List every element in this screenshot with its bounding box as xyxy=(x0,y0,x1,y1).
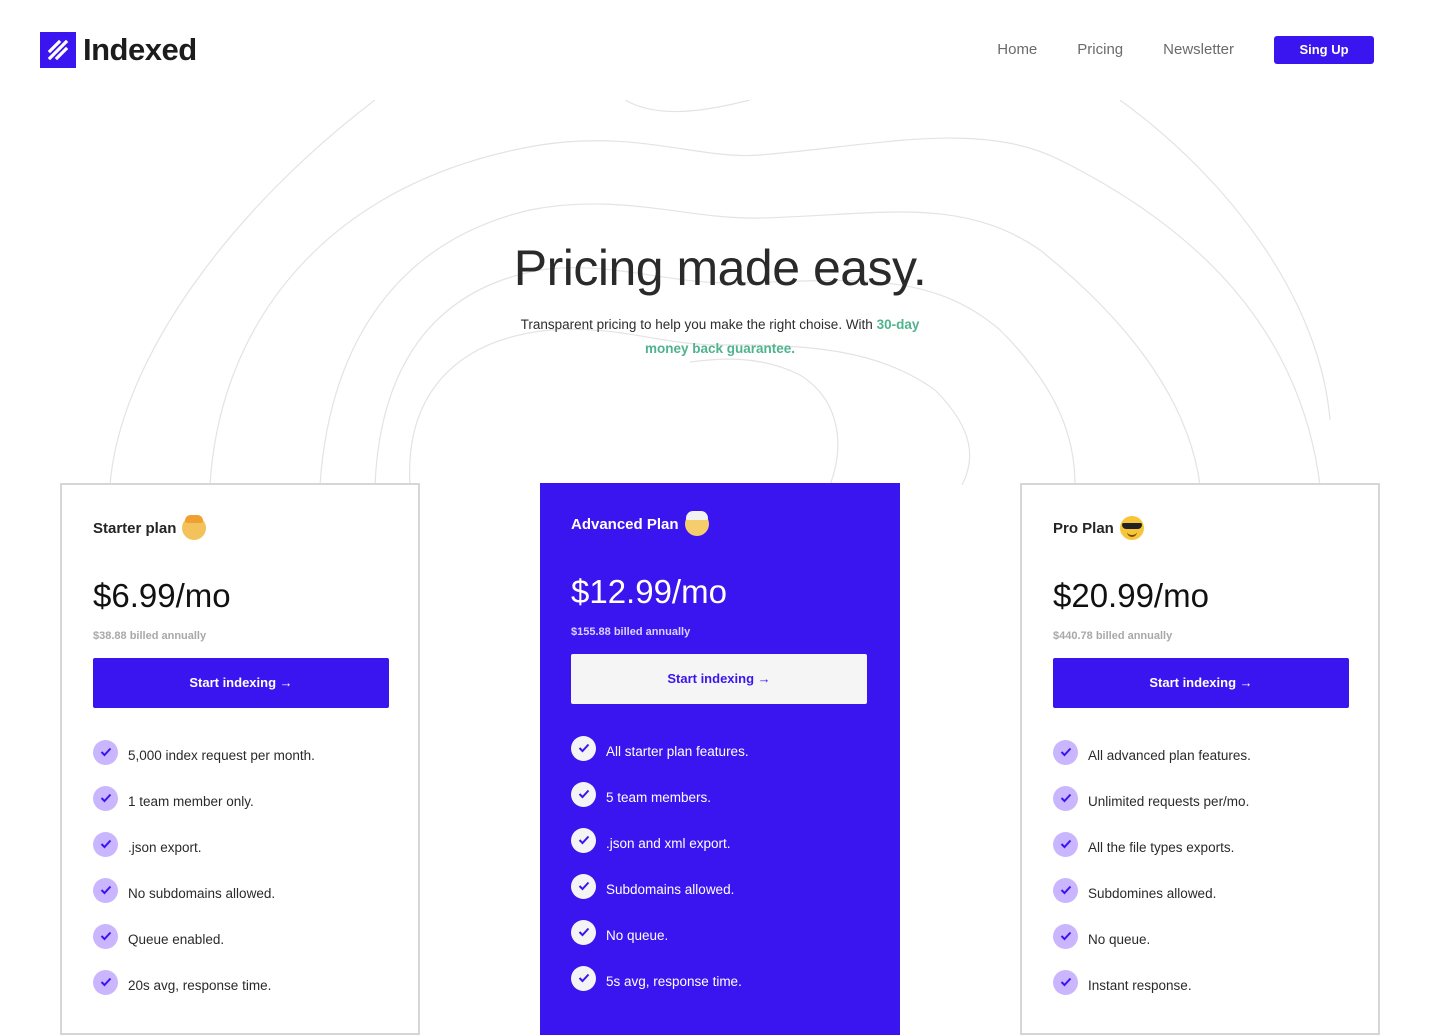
brand-name: Indexed xyxy=(83,32,197,67)
plan-name: Pro Plan xyxy=(1053,519,1114,537)
sign-up-button[interactable]: Sing Up xyxy=(1274,36,1374,64)
feature-text: .json export. xyxy=(128,839,202,855)
feature-item: 1 team member only. xyxy=(93,778,387,824)
check-icon xyxy=(1053,739,1078,765)
feature-item: 5 team members. xyxy=(571,774,869,820)
check-icon xyxy=(571,735,596,761)
feature-text: Subdomines allowed. xyxy=(1088,885,1217,901)
hero-subtitle-text: Transparent pricing to help you make the… xyxy=(520,317,877,332)
main-nav: Home Pricing Newsletter Sing Up xyxy=(997,36,1374,64)
feature-list: 5,000 index request per month. 1 team me… xyxy=(93,732,387,1008)
feature-text: Subdomains allowed. xyxy=(606,881,735,897)
check-icon xyxy=(93,785,118,811)
check-icon xyxy=(93,923,118,949)
plan-card-pro: Pro Plan $20.99/mo $440.78 billed annual… xyxy=(1020,483,1380,1035)
check-icon xyxy=(1053,785,1078,811)
feature-text: 1 team member only. xyxy=(128,793,254,809)
feature-item: .json and xml export. xyxy=(571,820,869,866)
feature-text: 5,000 index request per month. xyxy=(128,747,315,763)
feature-item: No queue. xyxy=(1053,916,1347,962)
feature-item: 5s avg, response time. xyxy=(571,958,869,1004)
feature-text: All the file types exports. xyxy=(1088,839,1235,855)
feature-item: .json export. xyxy=(93,824,387,870)
plan-card-starter: Starter plan $6.99/mo $38.88 billed annu… xyxy=(60,483,420,1035)
feature-text: 5s avg, response time. xyxy=(606,973,742,989)
feature-list: All starter plan features. 5 team member… xyxy=(571,728,869,1004)
check-icon xyxy=(93,831,118,857)
feature-text: 5 team members. xyxy=(606,789,712,805)
feature-item: Instant response. xyxy=(1053,962,1347,1008)
feature-list: All advanced plan features. Unlimited re… xyxy=(1053,732,1347,1008)
plan-price: $20.99/mo xyxy=(1053,577,1209,614)
plan-price: $12.99/mo xyxy=(571,573,727,610)
check-icon xyxy=(1053,969,1078,995)
feature-text: No subdomains allowed. xyxy=(128,885,276,901)
feature-item: Unlimited requests per/mo. xyxy=(1053,778,1347,824)
feature-item: Subdomains allowed. xyxy=(571,866,869,912)
nav-home[interactable]: Home xyxy=(997,36,1037,64)
nav-newsletter[interactable]: Newsletter xyxy=(1163,36,1234,64)
plan-price: $6.99/mo xyxy=(93,577,231,614)
baby-emoji-icon xyxy=(182,515,207,540)
old-man-emoji-icon xyxy=(684,511,709,536)
start-indexing-button[interactable]: Start indexing → xyxy=(1053,658,1349,708)
feature-text: No queue. xyxy=(1088,931,1151,947)
page-title: Pricing made easy. xyxy=(513,240,927,296)
plan-billed-annually: $38.88 billed annually xyxy=(93,630,207,642)
feature-text: 20s avg, response time. xyxy=(128,977,272,993)
check-icon xyxy=(1053,831,1078,857)
plan-name: Starter plan xyxy=(93,519,177,537)
feature-text: All starter plan features. xyxy=(606,743,749,759)
feature-text: Queue enabled. xyxy=(128,931,225,947)
plan-card-advanced: Advanced Plan $12.99/mo $155.88 billed a… xyxy=(540,483,900,1035)
logo[interactable]: Indexed xyxy=(40,32,197,68)
feature-text: .json and xml export. xyxy=(606,835,731,851)
feature-text: Unlimited requests per/mo. xyxy=(1088,793,1250,809)
check-icon xyxy=(93,739,118,765)
feature-item: All starter plan features. xyxy=(571,728,869,774)
feature-item: Subdomines allowed. xyxy=(1053,870,1347,916)
feature-item: 20s avg, response time. xyxy=(93,962,387,1008)
feature-item: 5,000 index request per month. xyxy=(93,732,387,778)
feature-item: No queue. xyxy=(571,912,869,958)
feature-text: No queue. xyxy=(606,927,669,943)
plan-name: Advanced Plan xyxy=(571,515,679,533)
feature-text: All advanced plan features. xyxy=(1088,747,1251,763)
check-icon xyxy=(1053,877,1078,903)
feature-item: Queue enabled. xyxy=(93,916,387,962)
feature-item: All advanced plan features. xyxy=(1053,732,1347,778)
sunglasses-emoji-icon xyxy=(1119,516,1144,540)
check-icon xyxy=(571,781,596,807)
hero-subtitle: Transparent pricing to help you make the… xyxy=(515,313,925,361)
check-icon xyxy=(93,877,118,903)
nav-pricing[interactable]: Pricing xyxy=(1077,36,1123,64)
feature-item: No subdomains allowed. xyxy=(93,870,387,916)
start-indexing-button[interactable]: Start indexing → xyxy=(571,654,867,704)
plan-title: Pro Plan xyxy=(1053,514,1347,542)
check-icon xyxy=(571,965,596,991)
feature-item: All the file types exports. xyxy=(1053,824,1347,870)
header: Indexed Home Pricing Newsletter Sing Up xyxy=(0,0,1440,100)
plan-title: Starter plan xyxy=(93,514,387,542)
feature-text: Instant response. xyxy=(1088,977,1192,993)
plan-title: Advanced Plan xyxy=(571,510,869,538)
indexed-logo-icon xyxy=(40,32,76,68)
check-icon xyxy=(93,969,118,995)
start-indexing-button[interactable]: Start indexing → xyxy=(93,658,389,708)
plan-billed-annually: $155.88 billed annually xyxy=(571,626,691,638)
plan-billed-annually: $440.78 billed annually xyxy=(1053,630,1173,642)
check-icon xyxy=(571,919,596,945)
check-icon xyxy=(571,827,596,853)
check-icon xyxy=(571,873,596,899)
check-icon xyxy=(1053,923,1078,949)
